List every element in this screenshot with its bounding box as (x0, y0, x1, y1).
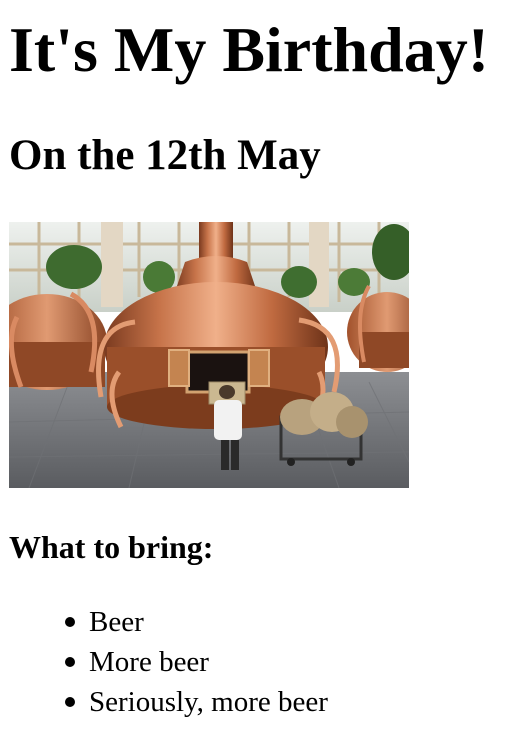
brewery-photo (9, 222, 409, 488)
list-item-label: Seriously, more beer (89, 686, 328, 718)
bring-list: Beer More beer Seriously, more beer (9, 602, 505, 722)
page-content: It's My Birthday! On the 12th May What t… (0, 0, 514, 722)
list-item: Beer (65, 602, 505, 642)
list-item-label: Beer (89, 606, 144, 638)
list-item: Seriously, more beer (65, 682, 505, 722)
bullet-icon (65, 697, 75, 707)
list-item-label: More beer (89, 646, 209, 678)
list-item: More beer (65, 642, 505, 682)
bullet-icon (65, 657, 75, 667)
bullet-icon (65, 617, 75, 627)
page-title: It's My Birthday! (9, 14, 489, 85)
what-to-bring-heading: What to bring: (9, 529, 214, 565)
event-date-heading: On the 12th May (9, 132, 321, 179)
